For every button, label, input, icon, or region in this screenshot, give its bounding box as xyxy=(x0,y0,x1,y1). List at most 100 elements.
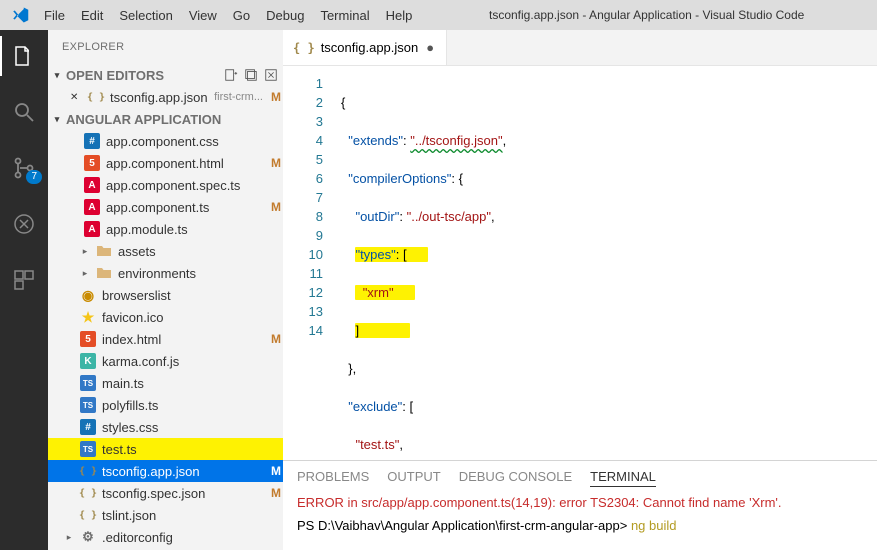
css-icon: # xyxy=(84,133,100,149)
panel-tab-output[interactable]: OUTPUT xyxy=(387,467,440,487)
file-name: tsconfig.spec.json xyxy=(102,486,263,501)
editor-body[interactable]: 1234567891011121314 { "extends": "../tsc… xyxy=(283,66,877,460)
panel-tab-debug-console[interactable]: DEBUG CONSOLE xyxy=(459,467,572,487)
file-row[interactable]: { } tslint.json xyxy=(48,504,283,526)
open-editor-item[interactable]: ✕{ }tsconfig.app.jsonfirst-crm...M xyxy=(48,86,283,108)
search-icon[interactable] xyxy=(0,92,48,132)
code-content[interactable]: { "extends": "../tsconfig.json", "compil… xyxy=(337,66,877,460)
source-control-icon[interactable]: 7 xyxy=(0,148,48,188)
folder-row[interactable]: ▸environments xyxy=(48,262,283,284)
menu-file[interactable]: File xyxy=(36,4,73,27)
file-name: app.component.css xyxy=(106,134,263,149)
file-row[interactable]: { } tsconfig.spec.json M xyxy=(48,482,283,504)
file-row[interactable]: TSmain.ts xyxy=(48,372,283,394)
vscode-logo-icon xyxy=(4,6,36,24)
html-icon: 5 xyxy=(84,155,100,171)
panel-tab-terminal[interactable]: TERMINAL xyxy=(590,467,656,487)
chevron-down-icon: ▾ xyxy=(52,114,62,125)
file-name: tsconfig.app.json xyxy=(102,464,263,479)
dirty-indicator: M xyxy=(269,486,283,500)
ts-icon: TS xyxy=(80,375,96,391)
json-icon: { } xyxy=(80,485,96,501)
activity-bar: 7 xyxy=(0,30,48,550)
line-number: 1 xyxy=(283,74,323,93)
menu-terminal[interactable]: Terminal xyxy=(312,4,377,27)
file-row[interactable]: # app.component.css xyxy=(48,130,283,152)
json-icon: { } xyxy=(80,507,96,523)
file-row[interactable]: 5index.htmlM xyxy=(48,328,283,350)
file-name: app.component.spec.ts xyxy=(106,178,263,193)
window-title: tsconfig.app.json - Angular Application … xyxy=(420,8,873,22)
karma-icon: K xyxy=(80,353,96,369)
file-row[interactable]: ◉ browserslist xyxy=(48,284,283,306)
file-name: tslint.json xyxy=(102,508,263,523)
file-name: favicon.ico xyxy=(102,310,263,325)
file-name: karma.conf.js xyxy=(102,354,263,369)
file-row[interactable]: ★favicon.ico xyxy=(48,306,283,328)
menu-go[interactable]: Go xyxy=(225,4,258,27)
tab-tsconfig-app[interactable]: { } tsconfig.app.json ● xyxy=(283,30,447,65)
titlebar: FileEditSelectionViewGoDebugTerminalHelp… xyxy=(0,0,877,30)
browserslist-icon: ◉ xyxy=(80,287,96,303)
panel: PROBLEMS OUTPUT DEBUG CONSOLE TERMINAL ERRO… xyxy=(283,460,877,550)
save-all-icon[interactable] xyxy=(243,67,259,83)
panel-tabs: PROBLEMS OUTPUT DEBUG CONSOLE TERMINAL xyxy=(283,461,877,493)
file-row[interactable]: Aapp.module.ts xyxy=(48,218,283,240)
json-icon: { } xyxy=(293,41,315,55)
panel-tab-problems[interactable]: PROBLEMS xyxy=(297,467,369,487)
file-row[interactable]: #styles.css xyxy=(48,416,283,438)
chevron-right-icon: ▸ xyxy=(80,246,90,257)
dirty-indicator: M xyxy=(269,332,283,346)
menu-edit[interactable]: Edit xyxy=(73,4,111,27)
open-editors-header[interactable]: ▾ OPEN EDITORS xyxy=(48,64,283,86)
file-row[interactable]: TStest.ts xyxy=(48,438,283,460)
file-row[interactable]: Aapp.component.tsM xyxy=(48,196,283,218)
explorer-icon[interactable] xyxy=(0,36,48,76)
file-row[interactable]: Aapp.component.spec.ts xyxy=(48,174,283,196)
angular-icon: A xyxy=(84,177,100,193)
file-name: assets xyxy=(118,244,263,259)
menu-debug[interactable]: Debug xyxy=(258,4,312,27)
project-tree: # app.component.css 5 app.component.html M Aa… xyxy=(48,130,283,550)
terminal-prompt-line: PS D:\Vaibhav\Angular Application\first-… xyxy=(297,518,863,533)
menu-bar: FileEditSelectionViewGoDebugTerminalHelp xyxy=(36,4,420,27)
new-file-icon[interactable] xyxy=(223,67,239,83)
close-icon[interactable]: ✕ xyxy=(70,92,82,103)
dirty-indicator: M xyxy=(269,464,283,478)
line-number: 14 xyxy=(283,321,323,340)
angular-icon: A xyxy=(84,221,100,237)
open-editors-tree: ✕{ }tsconfig.app.jsonfirst-crm...M xyxy=(48,86,283,108)
file-row[interactable]: Kkarma.conf.js xyxy=(48,350,283,372)
project-label: ANGULAR APPLICATION xyxy=(66,112,279,127)
line-number: 9 xyxy=(283,226,323,245)
file-name: app.component.html xyxy=(106,156,263,171)
editor-tabs: { } tsconfig.app.json ● xyxy=(283,30,877,66)
line-number: 8 xyxy=(283,207,323,226)
menu-selection[interactable]: Selection xyxy=(111,4,180,27)
debug-icon[interactable] xyxy=(0,204,48,244)
file-row[interactable]: { } tsconfig.app.json M xyxy=(48,460,283,482)
line-number: 11 xyxy=(283,264,323,283)
menu-help[interactable]: Help xyxy=(378,4,421,27)
file-row[interactable]: 5app.component.htmlM xyxy=(48,152,283,174)
close-all-icon[interactable] xyxy=(263,67,279,83)
line-number: 2 xyxy=(283,93,323,112)
css-icon: # xyxy=(80,419,96,435)
json-icon: { } xyxy=(80,463,96,479)
terminal-body[interactable]: ERROR in src/app/app.component.ts(14,19)… xyxy=(283,493,877,550)
tab-dirty-indicator[interactable]: ● xyxy=(424,40,436,55)
line-number: 4 xyxy=(283,131,323,150)
file-row[interactable]: ▸⚙.editorconfig xyxy=(48,526,283,548)
project-header[interactable]: ▾ ANGULAR APPLICATION xyxy=(48,108,283,130)
file-name: browserslist xyxy=(102,288,263,303)
chevron-right-icon: ▸ xyxy=(64,532,74,543)
menu-view[interactable]: View xyxy=(181,4,225,27)
file-name: tsconfig.app.json xyxy=(110,90,208,105)
file-row[interactable]: TSpolyfills.ts xyxy=(48,394,283,416)
file-name: .editorconfig xyxy=(102,530,263,545)
file-path: first-crm... xyxy=(214,91,263,103)
scm-badge: 7 xyxy=(26,170,42,184)
folder-row[interactable]: ▸ assets xyxy=(48,240,283,262)
extensions-icon[interactable] xyxy=(0,260,48,300)
json-icon: { } xyxy=(88,89,104,105)
